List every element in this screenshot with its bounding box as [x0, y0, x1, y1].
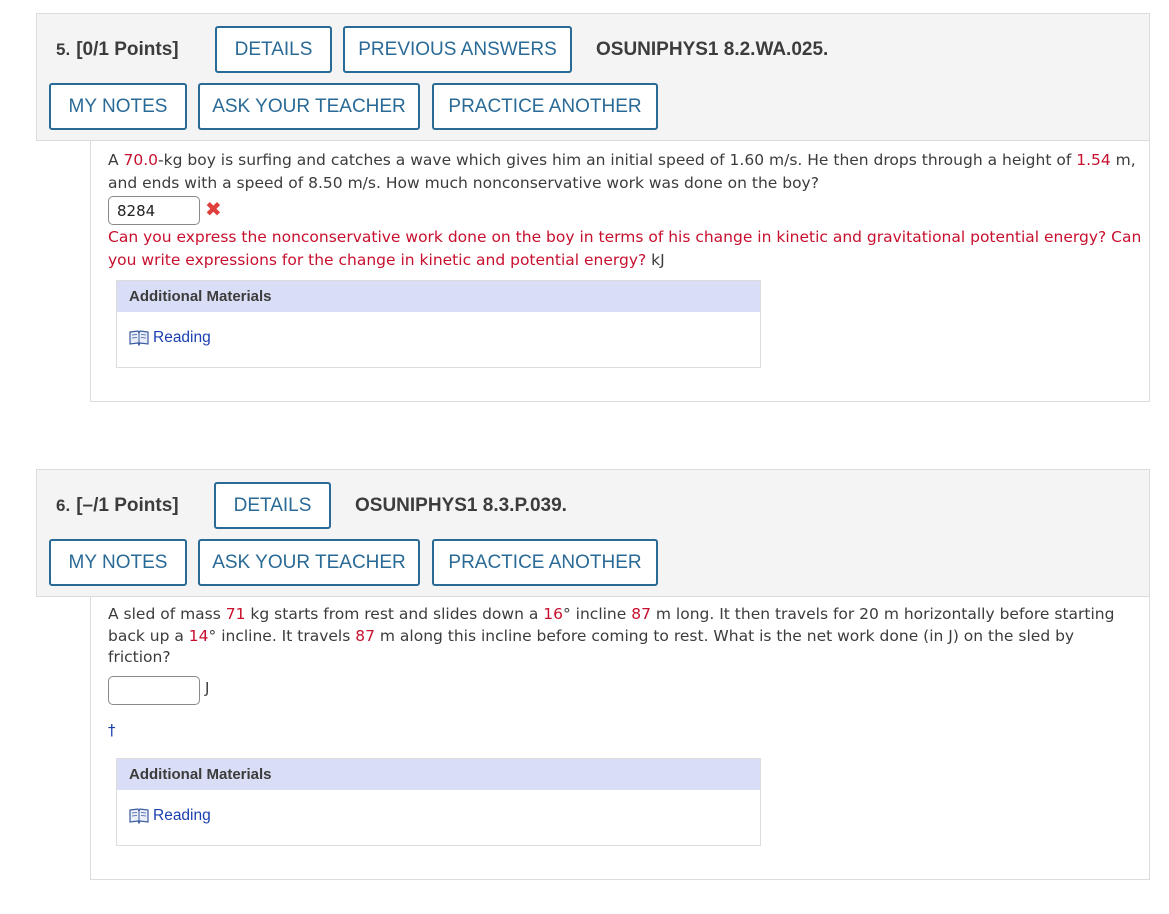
- q6-length2-value: 87: [355, 626, 375, 645]
- q5-height-value: 1.54: [1076, 151, 1111, 169]
- book-icon: [129, 330, 149, 346]
- q6-angle2-value: 14: [188, 626, 209, 645]
- q5-question-text: A 70.0-kg boy is surfing and catches a w…: [108, 149, 1138, 195]
- q5-title: 5. [0/1 Points]: [56, 39, 179, 61]
- q6-reading-label: Reading: [153, 807, 211, 824]
- q6-assignment-code: OSUNIPHYS1 8.3.P.039.: [355, 495, 567, 516]
- q6-stem-text: kg starts from rest and slides down a: [245, 605, 544, 623]
- q5-previous-answers-button[interactable]: PREVIOUS ANSWERS: [343, 26, 572, 73]
- q5-points: [0/1 Points]: [76, 39, 179, 60]
- q6-stem-text: A sled of mass: [108, 605, 226, 623]
- q5-practice-another-button[interactable]: PRACTICE ANOTHER: [432, 83, 658, 130]
- q6-stem-text: ° incline: [562, 605, 632, 623]
- q5-header: 5. [0/1 Points] DETAILS PREVIOUS ANSWERS …: [36, 13, 1150, 141]
- q6-points: [–/1 Points]: [76, 495, 179, 516]
- q6-additional-materials: Additional Materials Reading: [116, 758, 761, 846]
- q5-stem-text: -kg boy is surfing and catches a wave wh…: [158, 151, 1077, 169]
- q6-title: 6. [–/1 Points]: [56, 495, 179, 517]
- q5-number: 5.: [56, 40, 71, 59]
- q5-feedback-text: Can you express the nonconservative work…: [108, 228, 1142, 269]
- q6-stem-text: ° incline. It travels: [208, 626, 356, 645]
- q5-unit: kJ: [651, 251, 665, 269]
- q6-length1-value: 87: [631, 605, 651, 623]
- q5-mass-value: 70.0: [123, 151, 159, 169]
- q5-reading-label: Reading: [153, 329, 211, 346]
- q5-assignment-code: OSUNIPHYS1 8.2.WA.025.: [596, 39, 829, 60]
- q6-ask-teacher-button[interactable]: ASK YOUR TEACHER: [198, 539, 420, 586]
- book-icon: [129, 808, 149, 824]
- incorrect-x-icon: ✖: [205, 197, 222, 221]
- q6-unit: J: [205, 679, 210, 697]
- q6-answer-input[interactable]: [108, 676, 200, 705]
- q6-body: A sled of mass 71 kg starts from rest an…: [90, 597, 1150, 880]
- q6-number: 6.: [56, 496, 71, 515]
- q6-footnote-marker: †: [108, 721, 116, 739]
- q5-details-button[interactable]: DETAILS: [215, 26, 332, 73]
- q6-question-text: A sled of mass 71 kg starts from rest an…: [108, 604, 1138, 669]
- q5-body: A 70.0-kg boy is surfing and catches a w…: [90, 141, 1150, 402]
- q6-mass-value: 71: [225, 605, 246, 623]
- q6-reading-link[interactable]: Reading: [129, 807, 211, 825]
- q5-additional-materials: Additional Materials Reading: [116, 280, 761, 368]
- q5-answer-input[interactable]: 8284: [108, 196, 200, 225]
- q5-stem-text: A: [108, 151, 124, 169]
- q6-header: 6. [–/1 Points] DETAILS OSUNIPHYS1 8.3.P.…: [36, 469, 1150, 597]
- q6-details-button[interactable]: DETAILS: [214, 482, 331, 529]
- q6-additional-materials-title: Additional Materials: [117, 759, 760, 790]
- q5-additional-materials-title: Additional Materials: [117, 281, 760, 312]
- q5-ask-teacher-button[interactable]: ASK YOUR TEACHER: [198, 83, 420, 130]
- q5-feedback: Can you express the nonconservative work…: [108, 226, 1143, 272]
- q6-my-notes-button[interactable]: MY NOTES: [49, 539, 187, 586]
- q6-practice-another-button[interactable]: PRACTICE ANOTHER: [432, 539, 658, 586]
- q5-my-notes-button[interactable]: MY NOTES: [49, 83, 187, 130]
- q6-angle1-value: 16: [543, 605, 563, 623]
- q5-reading-link[interactable]: Reading: [129, 329, 211, 347]
